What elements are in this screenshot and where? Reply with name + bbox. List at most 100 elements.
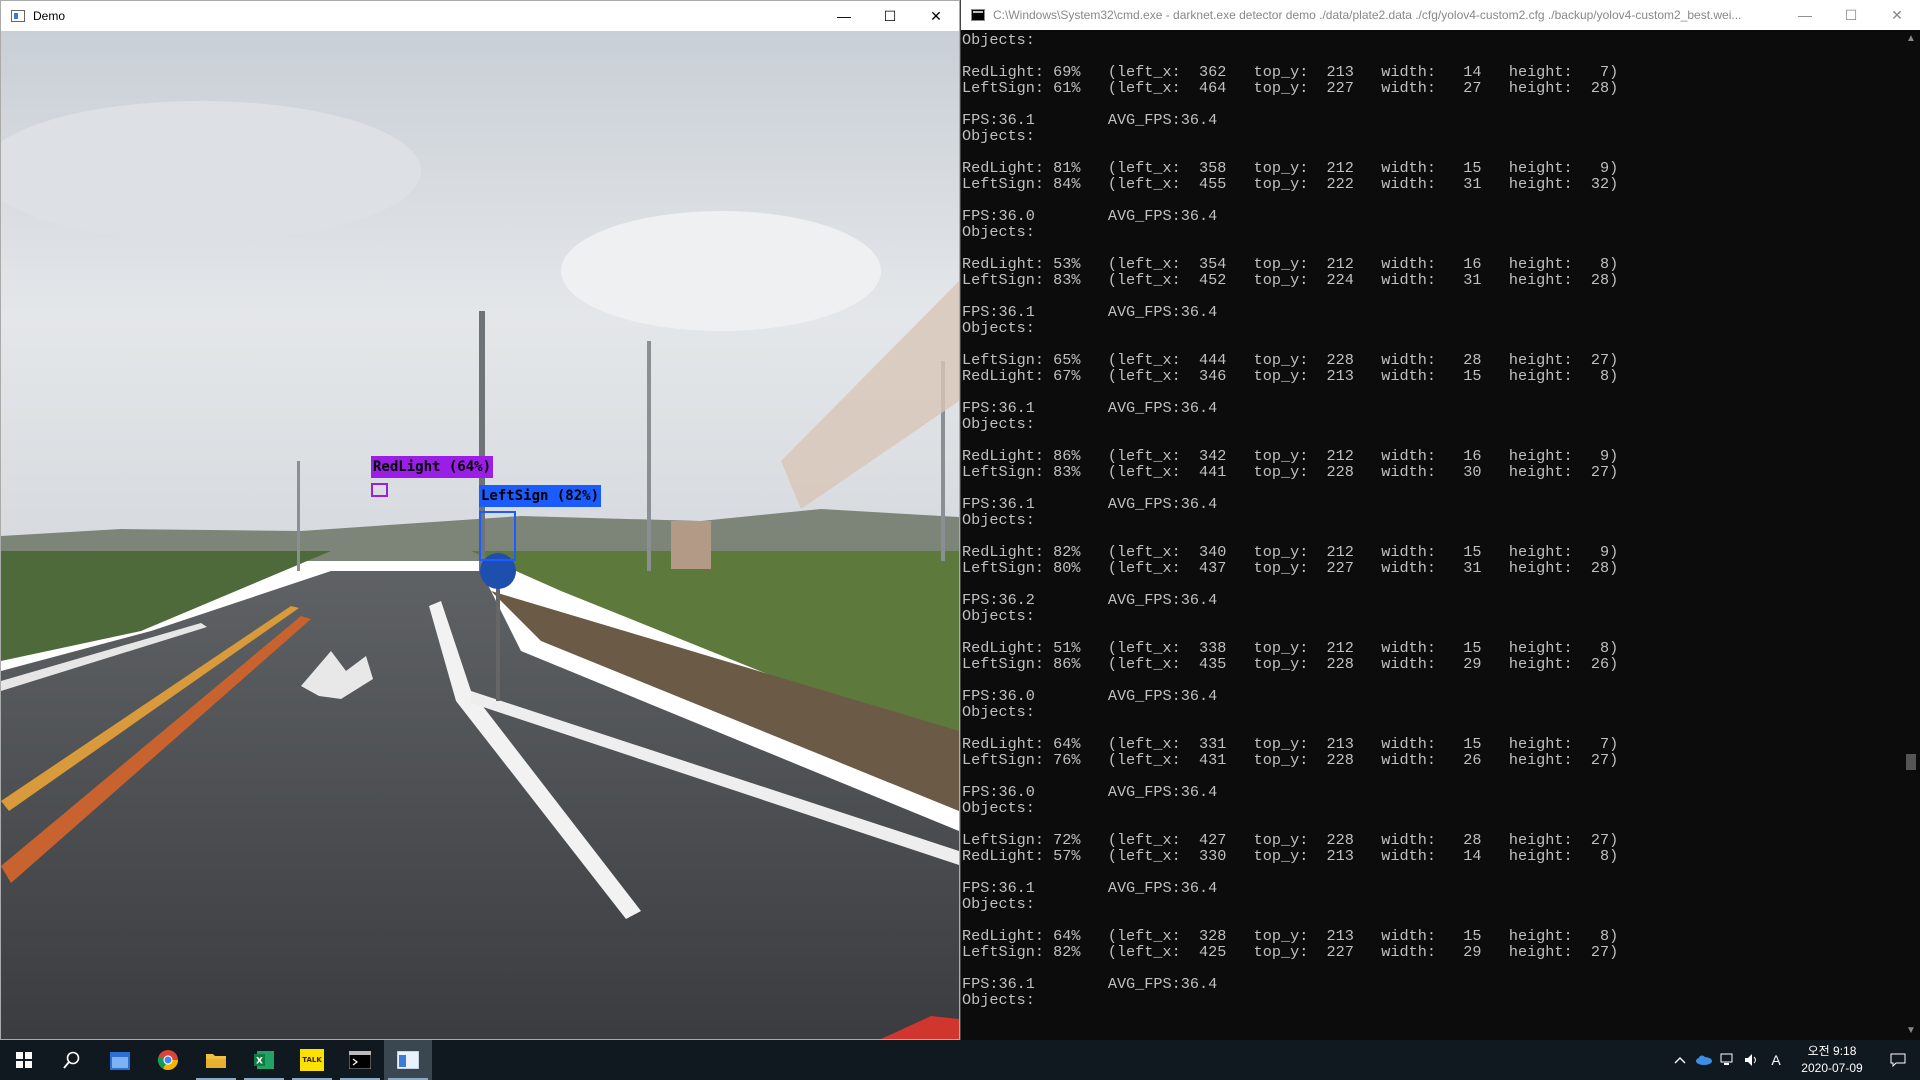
demo-titlebar[interactable]: Demo — ☐ ✕ — [1, 1, 959, 31]
cmd-maximize-button[interactable]: ☐ — [1828, 0, 1874, 30]
notification-icon — [1890, 1053, 1906, 1067]
console-line: RedLight: 67% (left_x: 346 top_y: 213 wi… — [962, 367, 1619, 385]
console-line: RedLight: 86% (left_x: 342 top_y: 212 wi… — [962, 447, 1619, 465]
console-line: LeftSign: 83% (left_x: 452 top_y: 224 wi… — [962, 271, 1619, 289]
clock-date: 2020-07-09 — [1801, 1061, 1863, 1075]
console-line: FPS:36.1 AVG_FPS:36.4 — [962, 303, 1218, 321]
search-button[interactable] — [48, 1040, 96, 1080]
excel-app-button[interactable]: X — [240, 1040, 288, 1080]
chrome-app-button[interactable] — [144, 1040, 192, 1080]
console-line: FPS:36.1 AVG_FPS:36.4 — [962, 399, 1218, 417]
cmd-app-button[interactable] — [336, 1040, 384, 1080]
console-line: FPS:36.0 AVG_FPS:36.4 — [962, 207, 1218, 225]
scroll-up-icon[interactable]: ▲ — [1902, 30, 1920, 48]
video-frame: RedLight (64%) LeftSign (82%) — [1, 31, 959, 1039]
folder-icon — [206, 1054, 226, 1068]
detection-box-leftsign — [479, 511, 516, 561]
console-output[interactable]: Objects: RedLight: 69% (left_x: 362 top_… — [961, 30, 1901, 1040]
action-center-button[interactable] — [1876, 1040, 1920, 1080]
console-line: Objects: — [962, 799, 1035, 817]
console-line: Objects: — [962, 223, 1035, 241]
cmd-app-icon — [971, 9, 985, 21]
console-line: FPS:36.0 AVG_FPS:36.4 — [962, 687, 1218, 705]
console-line: FPS:36.1 AVG_FPS:36.4 — [962, 495, 1218, 513]
console-line: FPS:36.1 AVG_FPS:36.4 — [962, 111, 1218, 129]
taskbar: X TALK A 오전 9:18 2020-07-09 — [0, 1040, 1920, 1080]
window-icon — [397, 1051, 419, 1069]
maximize-button[interactable]: ☐ — [867, 1, 913, 31]
console-line: LeftSign: 83% (left_x: 441 top_y: 228 wi… — [962, 463, 1619, 481]
cmd-titlebar[interactable]: C:\Windows\System32\cmd.exe - darknet.ex… — [961, 0, 1920, 30]
input-method-indicator[interactable]: A — [1764, 1040, 1788, 1080]
scroll-thumb[interactable] — [1906, 754, 1916, 770]
console-line: LeftSign: 82% (left_x: 425 top_y: 227 wi… — [962, 943, 1619, 961]
cmd-close-button[interactable]: ✕ — [1874, 0, 1920, 30]
kakaotalk-app-button[interactable]: TALK — [288, 1040, 336, 1080]
console-line: LeftSign: 65% (left_x: 444 top_y: 228 wi… — [962, 351, 1619, 369]
file-explorer-app-button[interactable] — [192, 1040, 240, 1080]
talk-icon-label: TALK — [302, 1056, 322, 1064]
demo-window[interactable]: Demo — ☐ ✕ RedLight (64%) LeftSign (82%) — [0, 0, 960, 1040]
console-line: LeftSign: 86% (left_x: 435 top_y: 228 wi… — [962, 655, 1619, 673]
cmd-minimize-button[interactable]: — — [1782, 0, 1828, 30]
clock[interactable]: 오전 9:18 2020-07-09 — [1788, 1043, 1876, 1077]
cloud-icon — [1696, 1055, 1712, 1065]
show-hidden-icons-button[interactable] — [1668, 1040, 1692, 1080]
scroll-down-icon[interactable]: ▼ — [1902, 1022, 1920, 1040]
console-line: RedLight: 53% (left_x: 354 top_y: 212 wi… — [962, 255, 1619, 273]
cmd-window[interactable]: C:\Windows\System32\cmd.exe - darknet.ex… — [960, 0, 1920, 1040]
search-icon — [63, 1051, 80, 1069]
console-scrollbar[interactable]: ▲ ▼ — [1902, 30, 1920, 1040]
svg-text:X: X — [256, 1057, 263, 1067]
calendar-app-button[interactable] — [96, 1040, 144, 1080]
windows-icon — [16, 1052, 32, 1068]
console-line: Objects: — [962, 607, 1035, 625]
console-line: LeftSign: 76% (left_x: 431 top_y: 228 wi… — [962, 751, 1619, 769]
demo-app-button[interactable] — [384, 1040, 432, 1080]
talk-icon: TALK — [300, 1049, 324, 1071]
console-text: Objects: RedLight: 69% (left_x: 362 top_… — [962, 32, 1901, 1008]
console-line: LeftSign: 80% (left_x: 437 top_y: 227 wi… — [962, 559, 1619, 577]
chrome-icon — [157, 1050, 178, 1070]
console-line: RedLight: 81% (left_x: 358 top_y: 212 wi… — [962, 159, 1619, 177]
console-line: RedLight: 57% (left_x: 330 top_y: 213 wi… — [962, 847, 1619, 865]
console-line: Objects: — [962, 511, 1035, 529]
console-line: RedLight: 51% (left_x: 338 top_y: 212 wi… — [962, 639, 1619, 657]
chevron-up-icon — [1674, 1057, 1686, 1064]
console-line: Objects: — [962, 319, 1035, 337]
network-icon — [1720, 1053, 1733, 1065]
onedrive-button[interactable] — [1692, 1040, 1716, 1080]
console-line: RedLight: 82% (left_x: 340 top_y: 212 wi… — [962, 543, 1619, 561]
console-line: Objects: — [962, 991, 1035, 1009]
console-line: RedLight: 69% (left_x: 362 top_y: 213 wi… — [962, 63, 1619, 81]
system-tray: A 오전 9:18 2020-07-09 — [1668, 1040, 1920, 1080]
console-line: Objects: — [962, 127, 1035, 145]
console-line: RedLight: 64% (left_x: 331 top_y: 213 wi… — [962, 735, 1619, 753]
console-line: LeftSign: 61% (left_x: 464 top_y: 227 wi… — [962, 79, 1619, 97]
start-button[interactable] — [0, 1040, 48, 1080]
volume-button[interactable] — [1740, 1040, 1764, 1080]
minimize-button[interactable]: — — [821, 1, 867, 31]
console-line: Objects: — [962, 703, 1035, 721]
network-button[interactable] — [1716, 1040, 1740, 1080]
close-button[interactable]: ✕ — [913, 1, 959, 31]
calendar-icon — [110, 1052, 130, 1070]
detection-label-redlight: RedLight (64%) — [371, 456, 494, 478]
cmd-window-title: C:\Windows\System32\cmd.exe - darknet.ex… — [993, 8, 1742, 22]
detection-box-redlight — [371, 483, 388, 497]
console-line: FPS:36.2 AVG_FPS:36.4 — [962, 591, 1218, 609]
demo-window-title: Demo — [33, 9, 66, 23]
